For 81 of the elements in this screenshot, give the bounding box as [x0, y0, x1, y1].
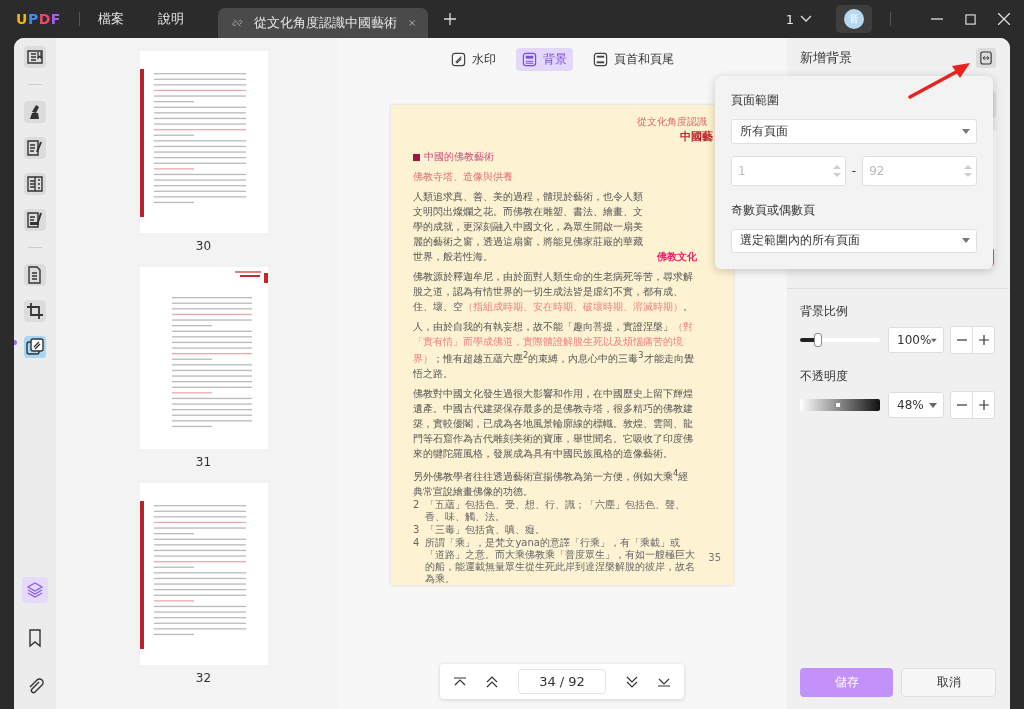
setting-label: 背景比例 [800, 303, 849, 320]
page-menu[interactable]: 1 [785, 11, 812, 27]
menu-item[interactable]: 說明 [157, 10, 184, 28]
footnote: 「三毒」包括貪、嗔、癡。 [425, 523, 546, 536]
footnote: 所謂「乘」，是梵文yana的意譯「行乘」，有「乘載」或「道路」之意。而大乘佛教乘「普度眾生」，有如一艘極巨大的船，能運載無量眾生從生死此岸到達涅槃解脫的彼岸，故名為乘。 [425, 536, 697, 585]
footnote-number: 2 [413, 498, 420, 512]
close-icon[interactable] [998, 13, 1010, 25]
panel-title: 新增背景 [800, 49, 852, 67]
slider-thumb[interactable] [835, 402, 842, 408]
page-number: 30 [195, 239, 212, 253]
tool-button[interactable] [24, 209, 46, 231]
section-title: 中國的佛教藝術 [424, 150, 494, 164]
first-page-icon[interactable] [454, 676, 467, 687]
caret-icon [962, 238, 970, 244]
book-icon [25, 47, 45, 67]
plus-icon [978, 335, 989, 345]
tag-label: 佛教文化 [657, 250, 697, 264]
layers-slash-icon [25, 337, 45, 357]
page-thumbnail[interactable] [139, 267, 268, 449]
page-thumbnail[interactable] [139, 51, 268, 233]
caret-icon [931, 337, 937, 343]
tool-button[interactable] [24, 46, 46, 68]
paragraph: 佛教源於釋迦牟尼，由於面對人類生命的生老病死等苦，尋求解脫之道，認為有情世界的一切生成法皆是虛幻不實，都有成、住、壞、空（指組成時期、安在時期、破壞時期、溶滅時期）。 [413, 270, 694, 314]
add-tab-icon[interactable] [443, 13, 456, 25]
fit-width-icon [980, 51, 992, 65]
caret-icon [962, 128, 970, 134]
form-icon [25, 174, 45, 194]
running-header: 中國藝 [680, 129, 713, 144]
field-label: 頁面範圍 [731, 92, 780, 109]
header-footer-icon [592, 52, 608, 67]
subheading: 佛教寺塔、造像與供養 [413, 170, 514, 184]
value-dropdown[interactable]: 48% [888, 392, 944, 418]
cancel-button[interactable]: 取消 [901, 668, 996, 697]
app-logo: UPDF [16, 11, 61, 27]
paragraph: 佛教對中國文化發生過很大影響和作用，在中國歷史上留下輝煌遺產。中國古代建築保存最多的是佛教寺塔，很多精巧的佛教建築，實較優閣，已成為各地風景輪廓線的標幟。敦煌、雲岡、龍門等石窟作為古代雕刻美術的寶庫，舉世聞名。它吸收了印度佛來的犍陀羅風格，發展成為具有中國民族風格的造像藝術。 [413, 387, 694, 462]
previous-page-icon[interactable] [486, 675, 499, 688]
next-page-icon[interactable] [625, 675, 638, 688]
paragraph: 另外佛教學者往往透過藝術宣揚佛教為第一方便，例如大乘$^{4}$經典常宣說繪畫佛像的功德。 [413, 466, 690, 499]
slider-thumb[interactable] [813, 333, 822, 347]
page-number-field[interactable]: 34 / 92 [518, 669, 606, 694]
pen-page-icon [25, 138, 45, 158]
page-range-dropdown[interactable]: 所有頁面 [731, 119, 977, 144]
tool-button[interactable] [24, 173, 46, 195]
signature-icon [25, 210, 45, 230]
footnote-number: 4 [413, 536, 420, 550]
setting-label: 不透明度 [800, 368, 849, 385]
tool-button[interactable] [24, 101, 46, 123]
field-label: 奇數頁或偶數頁 [731, 201, 816, 219]
mode-tab[interactable]: 水印 [444, 48, 502, 71]
page-number: 31 [195, 455, 212, 469]
tab-title: 從文化角度認識中國藝術 [254, 14, 398, 32]
plus-icon [978, 400, 989, 410]
tool-button[interactable] [24, 137, 46, 159]
crop-icon [25, 301, 45, 321]
running-header: 從文化角度認識 [637, 115, 708, 129]
mode-tab[interactable]: 頁首和頁尾 [586, 48, 680, 71]
value-dropdown[interactable]: 100% [888, 327, 944, 353]
maximize-icon[interactable] [965, 13, 976, 25]
paragraph: 人類追求真、善、美的過程，體現於藝術，也令人類文明閃出燦爛之花。而佛教在雕塑、書法、繪畫、文學的成就，更深刻融入中國文化，為眾生開啟一扇美麗的藝術之窗，透過這扇窗，將能見佛家莊嚴的華藏世界，般若性海。 [413, 190, 644, 264]
document-tab[interactable]: 從文化角度認識中國藝術 [217, 8, 428, 38]
page-thumbnail[interactable] [139, 483, 268, 665]
footnote-number: 3 [413, 523, 420, 536]
watermark-icon [450, 52, 466, 67]
tool-button[interactable] [24, 336, 46, 358]
page-number: 35 [708, 552, 721, 563]
last-page-icon[interactable] [657, 676, 670, 687]
tool-button[interactable] [24, 264, 46, 286]
square-bullet-icon [413, 153, 420, 161]
menu-item[interactable]: 檔案 [97, 10, 124, 28]
page-parity-dropdown[interactable]: 選定範圍內的所有頁面 [731, 228, 977, 253]
background-icon [521, 52, 537, 67]
chevron-down-icon [800, 15, 812, 23]
mode-tab[interactable]: 背景 [515, 48, 573, 71]
fit-width-button[interactable] [976, 48, 996, 68]
range-separator: - [851, 163, 857, 178]
tool-button[interactable] [24, 300, 46, 322]
footnote: 「五蘊」包括色、受、想、行、識；「六塵」包括色、聲、香、味、觸、法。 [425, 498, 687, 523]
page-number: 32 [195, 671, 212, 685]
paragraph: 人，由於自我的有執妄想，故不能「趣向菩提，實證涅槃」（對「實有情」而學成佛道，實際體證解脫生死以及煩惱痛苦的境界）；惟有超越五蘊六塵$^{2}$的束縛，內息心中的三毒$^{3}$才能走向覺悟之路。 [413, 320, 695, 382]
caret-icon [929, 402, 937, 408]
layers-icon [25, 580, 45, 600]
